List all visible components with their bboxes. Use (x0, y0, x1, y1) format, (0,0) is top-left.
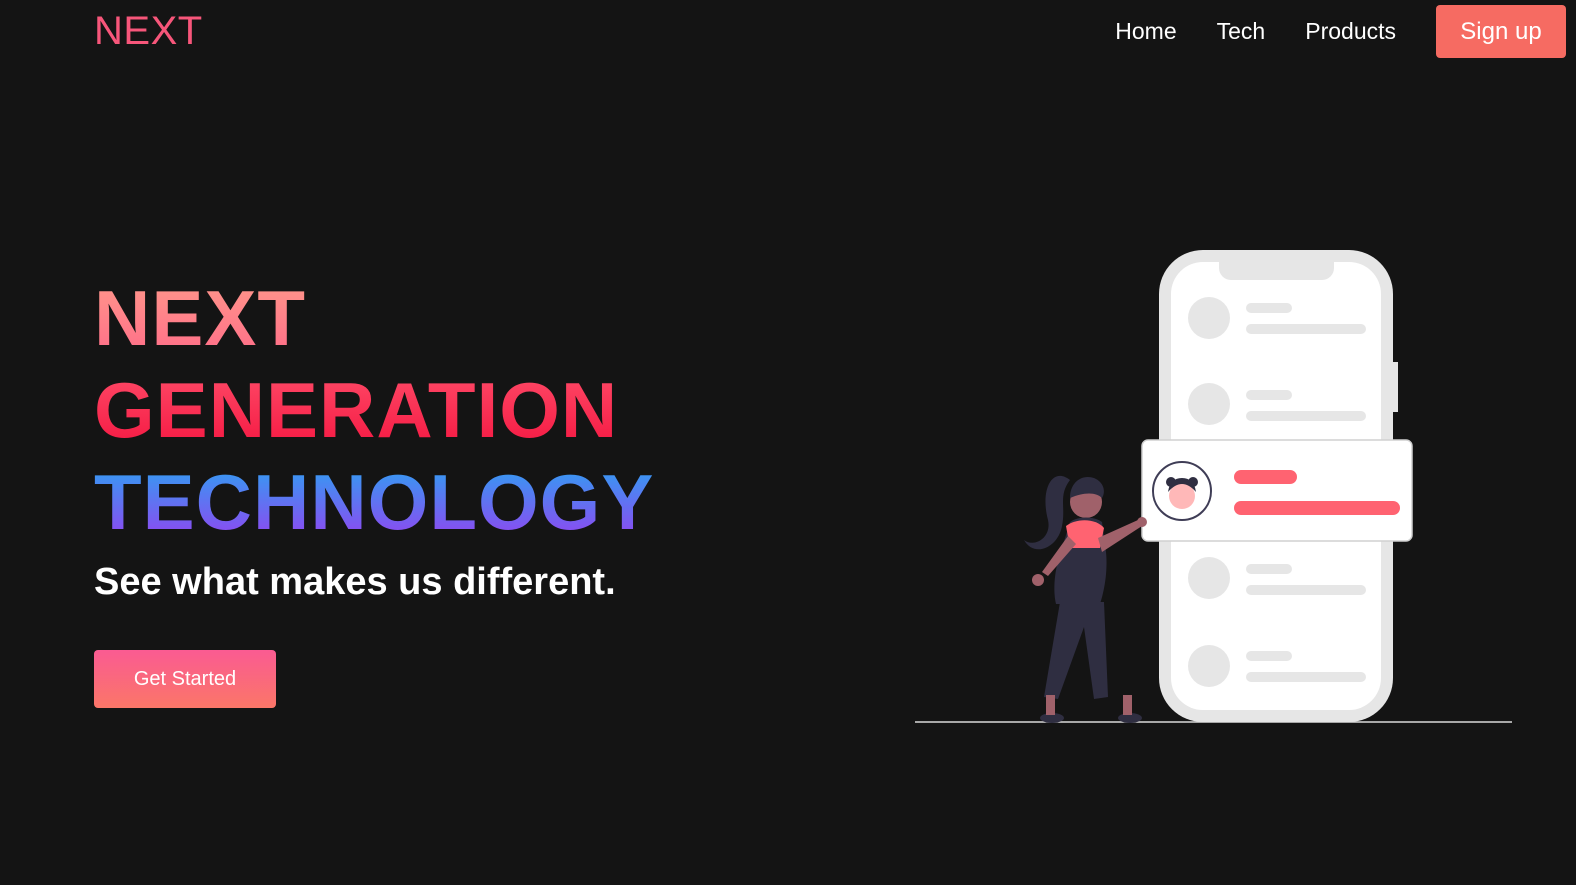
nav-link-home[interactable]: Home (1115, 18, 1176, 45)
headline-line-1: NEXT (94, 272, 654, 364)
logo[interactable]: NEXT (94, 8, 203, 54)
navbar: NEXT Home Tech Products Sign up (0, 0, 1576, 62)
headline-line-3: TECHNOLOGY (94, 458, 655, 546)
signup-button[interactable]: Sign up (1436, 5, 1566, 58)
nav-link-products[interactable]: Products (1305, 18, 1396, 45)
headline-line-2: GENERATION (94, 364, 654, 456)
woman-with-phone-illustration (910, 240, 1520, 730)
hero-section: NEXT GENERATION TECHNOLOGY See what make… (94, 272, 654, 606)
get-started-button[interactable]: Get Started (94, 650, 276, 708)
nav-links: Home Tech Products Sign up (1115, 5, 1566, 58)
hero-subtitle: See what makes us different. (94, 561, 616, 603)
nav-link-tech[interactable]: Tech (1217, 18, 1266, 45)
